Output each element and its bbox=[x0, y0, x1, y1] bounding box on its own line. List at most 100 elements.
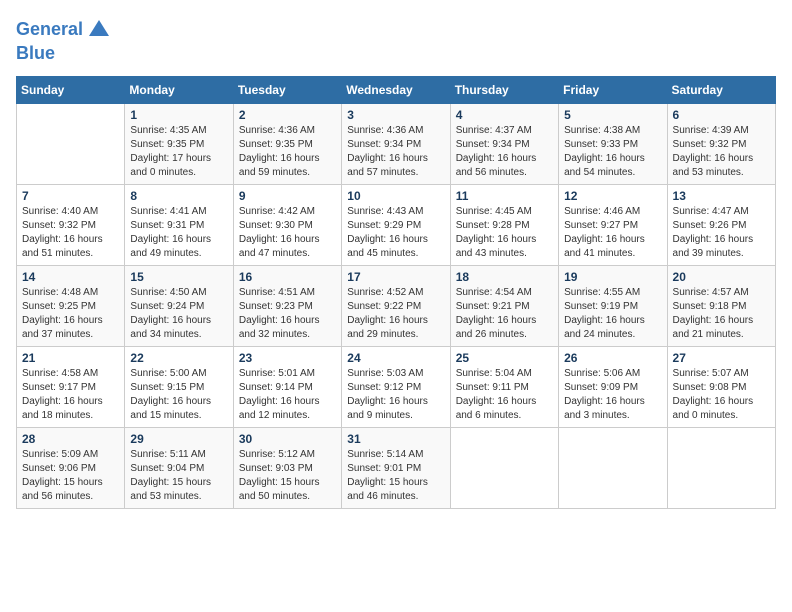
day-info: Sunrise: 5:03 AM Sunset: 9:12 PM Dayligh… bbox=[347, 367, 444, 423]
day-info: Sunrise: 4:50 AM Sunset: 9:24 PM Dayligh… bbox=[130, 286, 227, 342]
day-info: Sunrise: 4:38 AM Sunset: 9:33 PM Dayligh… bbox=[564, 124, 661, 180]
day-number: 13 bbox=[673, 189, 770, 203]
day-number: 4 bbox=[456, 108, 553, 122]
calendar-cell: 6 Sunrise: 4:39 AM Sunset: 9:32 PM Daylig… bbox=[667, 103, 775, 184]
day-info: Sunrise: 4:51 AM Sunset: 9:23 PM Dayligh… bbox=[239, 286, 336, 342]
day-info: Sunrise: 4:46 AM Sunset: 9:27 PM Dayligh… bbox=[564, 205, 661, 261]
weekday-header-row: SundayMondayTuesdayWednesdayThursdayFrid… bbox=[17, 76, 776, 103]
day-info: Sunrise: 4:41 AM Sunset: 9:31 PM Dayligh… bbox=[130, 205, 227, 261]
calendar-cell: 10 Sunrise: 4:43 AM Sunset: 9:29 PM Dayli… bbox=[342, 184, 450, 265]
weekday-wednesday: Wednesday bbox=[342, 76, 450, 103]
day-number: 11 bbox=[456, 189, 553, 203]
day-number: 1 bbox=[130, 108, 227, 122]
day-number: 23 bbox=[239, 351, 336, 365]
day-number: 25 bbox=[456, 351, 553, 365]
weekday-tuesday: Tuesday bbox=[233, 76, 341, 103]
day-number: 15 bbox=[130, 270, 227, 284]
day-number: 16 bbox=[239, 270, 336, 284]
day-info: Sunrise: 4:36 AM Sunset: 9:35 PM Dayligh… bbox=[239, 124, 336, 180]
day-number: 19 bbox=[564, 270, 661, 284]
day-number: 20 bbox=[673, 270, 770, 284]
calendar-cell bbox=[667, 427, 775, 508]
weekday-monday: Monday bbox=[125, 76, 233, 103]
day-info: Sunrise: 5:14 AM Sunset: 9:01 PM Dayligh… bbox=[347, 448, 444, 504]
day-info: Sunrise: 4:36 AM Sunset: 9:34 PM Dayligh… bbox=[347, 124, 444, 180]
day-number: 30 bbox=[239, 432, 336, 446]
day-number: 12 bbox=[564, 189, 661, 203]
day-number: 22 bbox=[130, 351, 227, 365]
calendar-cell: 3Sunrise: 4:36 AM Sunset: 9:34 PM Daylig… bbox=[342, 103, 450, 184]
day-number: 24 bbox=[347, 351, 444, 365]
day-info: Sunrise: 4:54 AM Sunset: 9:21 PM Dayligh… bbox=[456, 286, 553, 342]
day-info: Sunrise: 5:01 AM Sunset: 9:14 PM Dayligh… bbox=[239, 367, 336, 423]
calendar-cell: 5 Sunrise: 4:38 AM Sunset: 9:33 PM Daylig… bbox=[559, 103, 667, 184]
calendar-cell bbox=[450, 427, 558, 508]
day-info: Sunrise: 4:58 AM Sunset: 9:17 PM Dayligh… bbox=[22, 367, 119, 423]
calendar-cell: 11Sunrise: 4:45 AM Sunset: 9:28 PM Dayli… bbox=[450, 184, 558, 265]
calendar-cell: 2Sunrise: 4:36 AM Sunset: 9:35 PM Daylig… bbox=[233, 103, 341, 184]
calendar-cell: 29 Sunrise: 5:11 AM Sunset: 9:04 PM Dayli… bbox=[125, 427, 233, 508]
day-number: 18 bbox=[456, 270, 553, 284]
calendar-week-5: 28 Sunrise: 5:09 AM Sunset: 9:06 PM Dayli… bbox=[17, 427, 776, 508]
day-info: Sunrise: 5:07 AM Sunset: 9:08 PM Dayligh… bbox=[673, 367, 770, 423]
day-number: 31 bbox=[347, 432, 444, 446]
calendar-table: SundayMondayTuesdayWednesdayThursdayFrid… bbox=[16, 76, 776, 509]
calendar-cell: 12 Sunrise: 4:46 AM Sunset: 9:27 PM Dayli… bbox=[559, 184, 667, 265]
day-info: Sunrise: 4:40 AM Sunset: 9:32 PM Dayligh… bbox=[22, 205, 119, 261]
calendar-cell: 17 Sunrise: 4:52 AM Sunset: 9:22 PM Dayli… bbox=[342, 265, 450, 346]
calendar-cell: 1Sunrise: 4:35 AM Sunset: 9:35 PM Daylig… bbox=[125, 103, 233, 184]
calendar-body: 1Sunrise: 4:35 AM Sunset: 9:35 PM Daylig… bbox=[17, 103, 776, 508]
calendar-cell: 4 Sunrise: 4:37 AM Sunset: 9:34 PM Daylig… bbox=[450, 103, 558, 184]
calendar-cell: 18 Sunrise: 4:54 AM Sunset: 9:21 PM Dayli… bbox=[450, 265, 558, 346]
day-info: Sunrise: 4:55 AM Sunset: 9:19 PM Dayligh… bbox=[564, 286, 661, 342]
day-number: 6 bbox=[673, 108, 770, 122]
calendar-cell: 15 Sunrise: 4:50 AM Sunset: 9:24 PM Dayli… bbox=[125, 265, 233, 346]
day-number: 14 bbox=[22, 270, 119, 284]
calendar-cell: 27 Sunrise: 5:07 AM Sunset: 9:08 PM Dayli… bbox=[667, 346, 775, 427]
day-info: Sunrise: 5:11 AM Sunset: 9:04 PM Dayligh… bbox=[130, 448, 227, 504]
day-info: Sunrise: 4:43 AM Sunset: 9:29 PM Dayligh… bbox=[347, 205, 444, 261]
calendar-week-4: 21 Sunrise: 4:58 AM Sunset: 9:17 PM Dayli… bbox=[17, 346, 776, 427]
calendar-cell: 25Sunrise: 5:04 AM Sunset: 9:11 PM Dayli… bbox=[450, 346, 558, 427]
calendar-cell: 26Sunrise: 5:06 AM Sunset: 9:09 PM Dayli… bbox=[559, 346, 667, 427]
day-info: Sunrise: 5:00 AM Sunset: 9:15 PM Dayligh… bbox=[130, 367, 227, 423]
calendar-cell: 22 Sunrise: 5:00 AM Sunset: 9:15 PM Dayli… bbox=[125, 346, 233, 427]
calendar-cell: 20 Sunrise: 4:57 AM Sunset: 9:18 PM Dayli… bbox=[667, 265, 775, 346]
calendar-cell bbox=[17, 103, 125, 184]
weekday-sunday: Sunday bbox=[17, 76, 125, 103]
calendar-cell: 9 Sunrise: 4:42 AM Sunset: 9:30 PM Daylig… bbox=[233, 184, 341, 265]
day-info: Sunrise: 4:39 AM Sunset: 9:32 PM Dayligh… bbox=[673, 124, 770, 180]
calendar-cell: 24 Sunrise: 5:03 AM Sunset: 9:12 PM Dayli… bbox=[342, 346, 450, 427]
calendar-week-1: 1Sunrise: 4:35 AM Sunset: 9:35 PM Daylig… bbox=[17, 103, 776, 184]
page-header: General Blue bbox=[16, 16, 776, 64]
day-number: 7 bbox=[22, 189, 119, 203]
calendar-cell: 7 Sunrise: 4:40 AM Sunset: 9:32 PM Daylig… bbox=[17, 184, 125, 265]
day-info: Sunrise: 4:47 AM Sunset: 9:26 PM Dayligh… bbox=[673, 205, 770, 261]
day-number: 8 bbox=[130, 189, 227, 203]
calendar-cell: 21 Sunrise: 4:58 AM Sunset: 9:17 PM Dayli… bbox=[17, 346, 125, 427]
day-info: Sunrise: 4:52 AM Sunset: 9:22 PM Dayligh… bbox=[347, 286, 444, 342]
logo-text: General Blue bbox=[16, 16, 115, 64]
day-number: 29 bbox=[130, 432, 227, 446]
day-info: Sunrise: 5:06 AM Sunset: 9:09 PM Dayligh… bbox=[564, 367, 661, 423]
day-number: 28 bbox=[22, 432, 119, 446]
day-number: 10 bbox=[347, 189, 444, 203]
day-info: Sunrise: 4:57 AM Sunset: 9:18 PM Dayligh… bbox=[673, 286, 770, 342]
weekday-friday: Friday bbox=[559, 76, 667, 103]
calendar-cell: 30 Sunrise: 5:12 AM Sunset: 9:03 PM Dayli… bbox=[233, 427, 341, 508]
day-info: Sunrise: 5:09 AM Sunset: 9:06 PM Dayligh… bbox=[22, 448, 119, 504]
calendar-cell: 8 Sunrise: 4:41 AM Sunset: 9:31 PM Daylig… bbox=[125, 184, 233, 265]
calendar-week-3: 14Sunrise: 4:48 AM Sunset: 9:25 PM Dayli… bbox=[17, 265, 776, 346]
day-number: 21 bbox=[22, 351, 119, 365]
day-info: Sunrise: 5:12 AM Sunset: 9:03 PM Dayligh… bbox=[239, 448, 336, 504]
day-number: 5 bbox=[564, 108, 661, 122]
day-number: 27 bbox=[673, 351, 770, 365]
calendar-cell: 14Sunrise: 4:48 AM Sunset: 9:25 PM Dayli… bbox=[17, 265, 125, 346]
day-number: 17 bbox=[347, 270, 444, 284]
day-info: Sunrise: 4:37 AM Sunset: 9:34 PM Dayligh… bbox=[456, 124, 553, 180]
calendar-cell bbox=[559, 427, 667, 508]
day-info: Sunrise: 4:42 AM Sunset: 9:30 PM Dayligh… bbox=[239, 205, 336, 261]
day-number: 9 bbox=[239, 189, 336, 203]
weekday-thursday: Thursday bbox=[450, 76, 558, 103]
weekday-saturday: Saturday bbox=[667, 76, 775, 103]
